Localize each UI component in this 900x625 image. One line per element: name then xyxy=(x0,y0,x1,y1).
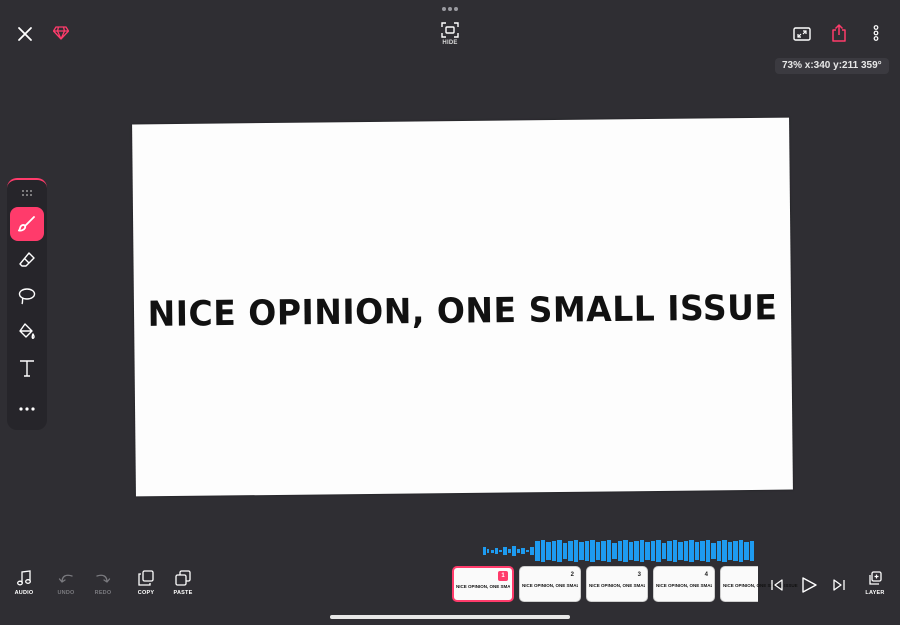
frame-thumbnail[interactable]: NICE OPINION, ONE SMALL ISSUE xyxy=(720,566,798,602)
layers-icon xyxy=(869,571,882,585)
play-icon xyxy=(802,577,817,593)
frame-thumbnail[interactable]: 3 NICE OPINION, ONE SMALL ISSUE xyxy=(586,566,648,602)
copy-label: COPY xyxy=(137,590,155,596)
fill-tool[interactable] xyxy=(10,315,44,349)
more-tools-icon xyxy=(19,407,35,411)
layer-label: LAYER xyxy=(865,590,885,596)
copy-button[interactable]: COPY xyxy=(130,570,162,596)
frame-number: 4 xyxy=(704,572,708,578)
transform-readout: 73% x:340 y:211 359° xyxy=(775,58,889,74)
hide-label: HIDE xyxy=(442,40,458,46)
diamond-icon xyxy=(53,26,69,40)
close-button[interactable] xyxy=(14,23,36,45)
frame-thumbnail[interactable]: 2 NICE OPINION, ONE SMALL ISSUE xyxy=(519,566,581,602)
home-indicator xyxy=(330,615,570,619)
brush-tool[interactable] xyxy=(10,207,44,241)
share-icon xyxy=(832,24,846,42)
text-tool-icon xyxy=(20,360,34,377)
tool-palette xyxy=(7,178,47,430)
frame-thumbnail[interactable]: 1 NICE OPINION, ONE SMALL ISSUE xyxy=(452,566,514,602)
hide-icon xyxy=(441,22,459,38)
more-dots-icon xyxy=(442,7,458,11)
skip-forward-icon xyxy=(833,579,845,591)
frame-number: 2 xyxy=(570,572,574,578)
hide-ui-button[interactable]: HIDE xyxy=(436,19,464,49)
audio-label: AUDIO xyxy=(14,590,34,596)
layer-button[interactable]: LAYER xyxy=(859,570,891,596)
premium-button[interactable] xyxy=(51,23,71,43)
share-button[interactable] xyxy=(828,22,850,44)
close-icon xyxy=(18,27,32,41)
kebab-menu-icon xyxy=(873,25,879,41)
frame-text: NICE OPINION, ONE SMALL ISSUE xyxy=(656,583,712,588)
frame-number: 3 xyxy=(637,572,641,578)
paste-label: PASTE xyxy=(173,590,193,596)
frame-text: NICE OPINION, ONE SMALL ISSUE xyxy=(589,583,645,588)
audio-waveform[interactable] xyxy=(483,538,758,564)
fit-screen-button[interactable] xyxy=(791,23,813,45)
skip-back-icon xyxy=(771,579,783,591)
paste-icon xyxy=(175,570,191,586)
frame-thumbnail[interactable]: 4 NICE OPINION, ONE SMALL ISSUE xyxy=(653,566,715,602)
eraser-tool[interactable] xyxy=(10,243,44,277)
paint-bucket-icon xyxy=(19,323,35,339)
palette-drag-handle[interactable] xyxy=(19,188,35,198)
skip-forward-button[interactable] xyxy=(828,574,850,596)
audio-button[interactable]: AUDIO xyxy=(8,570,40,596)
window-grabber[interactable] xyxy=(441,6,459,12)
undo-label: UNDO xyxy=(57,590,75,596)
drag-handle-icon xyxy=(22,190,32,196)
copy-icon xyxy=(138,570,154,586)
paste-button[interactable]: PASTE xyxy=(167,570,199,596)
eraser-icon xyxy=(19,252,35,267)
skip-back-button[interactable] xyxy=(766,574,788,596)
play-button[interactable] xyxy=(796,572,822,598)
lasso-icon xyxy=(18,288,36,305)
lasso-tool[interactable] xyxy=(10,279,44,313)
frame-text: NICE OPINION, ONE SMALL ISSUE xyxy=(522,583,578,588)
canvas-text: NICE OPINION, ONE SMALL ISSUE xyxy=(147,286,778,335)
drawing-canvas[interactable]: NICE OPINION, ONE SMALL ISSUE xyxy=(132,117,793,497)
fit-screen-icon xyxy=(793,27,811,41)
undo-icon xyxy=(58,574,73,583)
undo-button[interactable]: UNDO xyxy=(50,570,82,596)
redo-icon xyxy=(96,574,111,583)
music-note-icon xyxy=(17,570,31,586)
redo-label: REDO xyxy=(94,590,112,596)
frame-text: NICE OPINION, ONE SMALL ISSUE xyxy=(456,584,510,589)
more-tools-button[interactable] xyxy=(10,392,44,426)
brush-icon xyxy=(18,216,35,232)
redo-button[interactable]: REDO xyxy=(87,570,119,596)
text-tool[interactable] xyxy=(10,351,44,385)
frame-number: 1 xyxy=(498,571,508,581)
more-options-button[interactable] xyxy=(866,22,886,44)
